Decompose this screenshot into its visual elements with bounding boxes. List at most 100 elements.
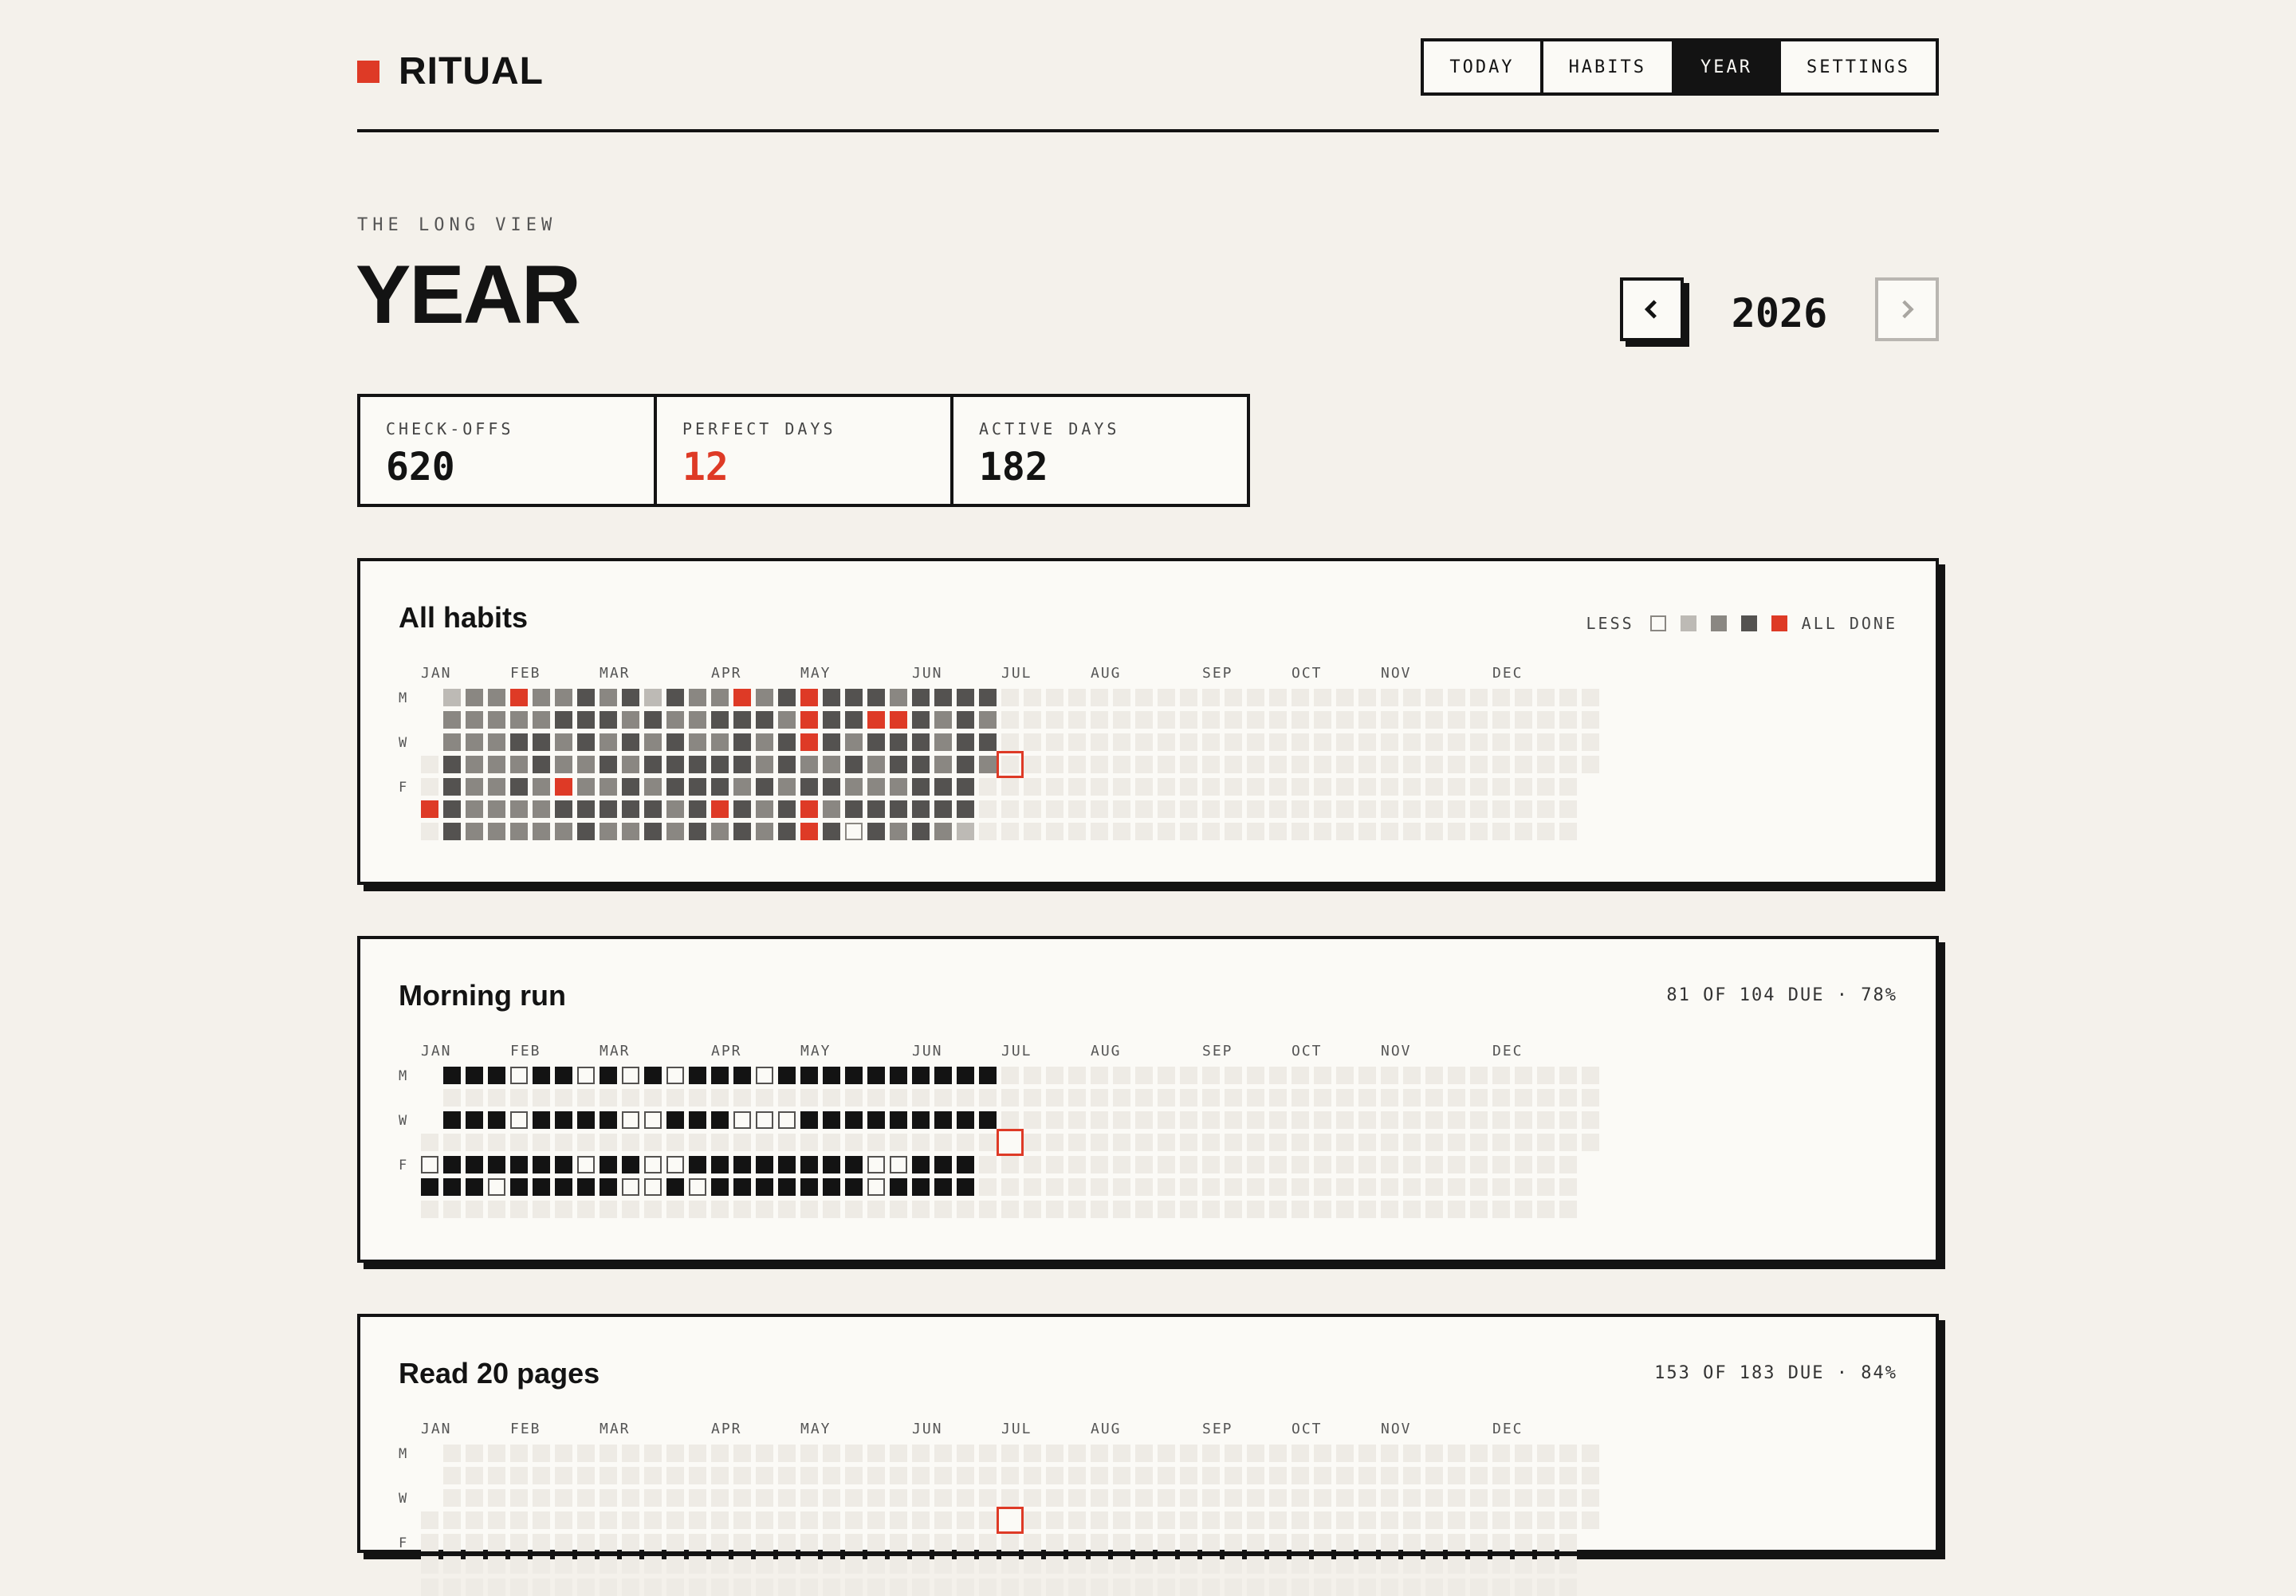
day-cell[interactable] [666,823,684,840]
completed-day-cell[interactable] [912,1178,930,1196]
future-day-cell[interactable] [1001,1534,1019,1551]
not-due-day-cell[interactable] [689,1134,706,1151]
future-day-cell[interactable] [1269,1511,1287,1529]
day-cell[interactable] [979,711,997,729]
future-day-cell[interactable] [979,800,997,818]
future-day-cell[interactable] [1135,1067,1153,1084]
day-cell[interactable] [778,800,796,818]
not-due-day-cell[interactable] [867,1445,885,1462]
completed-day-cell[interactable] [845,1178,863,1196]
future-day-cell[interactable] [1292,1489,1309,1507]
future-day-cell[interactable] [1024,1111,1041,1129]
not-due-day-cell[interactable] [577,1511,595,1529]
future-day-cell[interactable] [1024,689,1041,706]
completed-day-cell[interactable] [622,1156,639,1173]
missed-day-cell[interactable] [622,1178,639,1196]
day-cell[interactable] [555,733,572,751]
previous-year-button[interactable] [1620,277,1684,341]
future-day-cell[interactable] [1113,756,1130,773]
future-day-cell[interactable] [1448,711,1465,729]
next-year-button[interactable] [1875,277,1939,341]
future-day-cell[interactable] [1113,1178,1130,1196]
future-day-cell[interactable] [1247,1156,1264,1173]
not-due-day-cell[interactable] [800,1134,818,1151]
future-day-cell[interactable] [1582,756,1599,773]
future-day-cell[interactable] [1091,1134,1108,1151]
day-cell[interactable] [689,800,706,818]
not-due-day-cell[interactable] [845,1556,863,1574]
future-day-cell[interactable] [1292,1178,1309,1196]
future-day-cell[interactable] [1046,1534,1063,1551]
day-cell[interactable] [957,711,974,729]
future-day-cell[interactable] [1559,1467,1577,1484]
completed-day-cell[interactable] [957,1156,974,1173]
not-due-day-cell[interactable] [466,1467,483,1484]
not-due-day-cell[interactable] [510,1556,528,1574]
future-day-cell[interactable] [1381,1156,1398,1173]
completed-day-cell[interactable] [443,1156,461,1173]
future-day-cell[interactable] [1559,1156,1577,1173]
future-day-cell[interactable] [1091,1489,1108,1507]
future-day-cell[interactable] [1582,1511,1599,1529]
day-cell[interactable] [622,711,639,729]
not-due-day-cell[interactable] [957,1534,974,1551]
future-day-cell[interactable] [1403,1067,1421,1084]
not-due-day-cell[interactable] [756,1578,773,1596]
not-due-day-cell[interactable] [733,1489,751,1507]
future-day-cell[interactable] [1470,823,1488,840]
completed-day-cell[interactable] [711,1111,729,1129]
day-cell[interactable] [912,778,930,796]
day-cell[interactable] [733,823,751,840]
not-due-day-cell[interactable] [711,1556,729,1574]
future-day-cell[interactable] [1425,1134,1443,1151]
not-due-day-cell[interactable] [1001,1445,1019,1462]
future-day-cell[interactable] [1225,689,1242,706]
not-due-day-cell[interactable] [622,1201,639,1218]
future-day-cell[interactable] [1068,756,1086,773]
not-due-day-cell[interactable] [912,1556,930,1574]
future-day-cell[interactable] [1225,1134,1242,1151]
not-due-day-cell[interactable] [800,1089,818,1107]
future-day-cell[interactable] [1403,1201,1421,1218]
future-day-cell[interactable] [1269,1578,1287,1596]
completed-day-cell[interactable] [823,1156,840,1173]
not-due-day-cell[interactable] [421,1134,438,1151]
not-due-day-cell[interactable] [443,1089,461,1107]
not-due-day-cell[interactable] [644,1534,662,1551]
not-due-day-cell[interactable] [577,1578,595,1596]
future-day-cell[interactable] [1381,711,1398,729]
completed-day-cell[interactable] [689,1067,706,1084]
future-day-cell[interactable] [1381,778,1398,796]
not-due-day-cell[interactable] [733,1511,751,1529]
day-cell[interactable] [912,823,930,840]
future-day-cell[interactable] [1403,1089,1421,1107]
future-day-cell[interactable] [1091,1111,1108,1129]
day-cell[interactable] [756,800,773,818]
completed-day-cell[interactable] [778,1067,796,1084]
future-day-cell[interactable] [1336,756,1354,773]
future-day-cell[interactable] [1024,756,1041,773]
not-due-day-cell[interactable] [934,1556,952,1574]
future-day-cell[interactable] [1292,1467,1309,1484]
day-cell[interactable] [689,689,706,706]
future-day-cell[interactable] [1001,778,1019,796]
future-day-cell[interactable] [1425,689,1443,706]
brand[interactable]: RITUAL [357,53,544,91]
future-day-cell[interactable] [1515,1111,1532,1129]
day-cell[interactable] [466,800,483,818]
day-cell[interactable] [778,823,796,840]
future-day-cell[interactable] [1425,778,1443,796]
not-due-day-cell[interactable] [466,1534,483,1551]
future-day-cell[interactable] [1225,756,1242,773]
completed-day-cell[interactable] [421,1178,438,1196]
future-day-cell[interactable] [1180,1578,1197,1596]
future-day-cell[interactable] [1537,778,1555,796]
future-day-cell[interactable] [1091,756,1108,773]
not-due-day-cell[interactable] [622,1134,639,1151]
future-day-cell[interactable] [1247,1556,1264,1574]
future-day-cell[interactable] [1515,1511,1532,1529]
not-due-day-cell[interactable] [957,1511,974,1529]
not-due-day-cell[interactable] [443,1134,461,1151]
not-due-day-cell[interactable] [600,1556,617,1574]
future-day-cell[interactable] [1515,1534,1532,1551]
